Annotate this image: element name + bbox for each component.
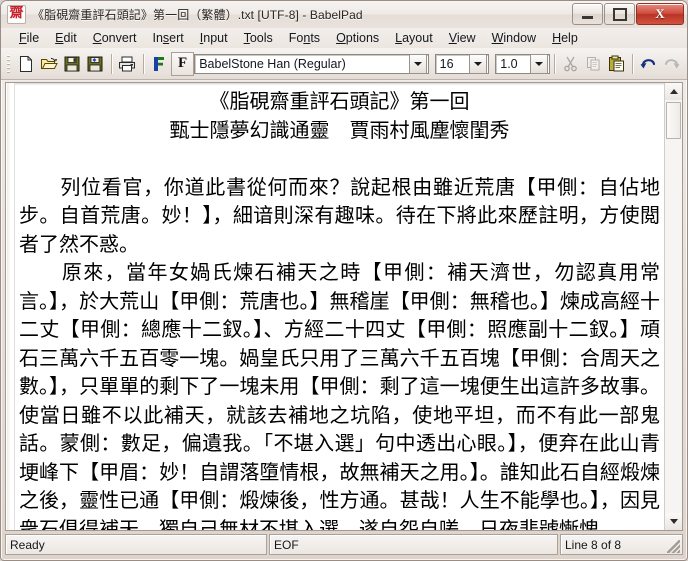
paste-button[interactable] bbox=[605, 52, 628, 76]
scrollbar-track[interactable] bbox=[665, 100, 682, 513]
babelpad-window: 齋 《脂硯齋重評石頭記》第一回（繁體）.txt [UTF-8] - BabelP… bbox=[0, 0, 688, 561]
blank-line-1 bbox=[19, 144, 660, 173]
menu-help[interactable]: Help bbox=[544, 30, 586, 46]
cut-button[interactable] bbox=[559, 52, 582, 76]
save-button[interactable] bbox=[61, 52, 84, 76]
font-color-icon bbox=[150, 55, 168, 73]
babelpad-icon: 齋 bbox=[7, 5, 26, 24]
toolbar: F BabelStone Han (Regular) 16 1.0 bbox=[1, 48, 687, 80]
scroll-up-arrow-icon bbox=[670, 89, 678, 94]
save-icon bbox=[63, 55, 81, 73]
menu-tools[interactable]: Tools bbox=[236, 30, 281, 46]
menu-view[interactable]: View bbox=[441, 30, 484, 46]
redo-button[interactable] bbox=[660, 52, 683, 76]
scroll-down-arrow-icon bbox=[670, 519, 678, 524]
document-paragraph-1: 列位看官，你道此書從何而來？說起根由雖近荒唐【甲側：自佔地步。自首荒唐。妙！】，… bbox=[19, 173, 660, 259]
font-color-button[interactable] bbox=[148, 52, 171, 76]
save-as-icon bbox=[86, 55, 104, 73]
menu-fonts[interactable]: Fonts bbox=[281, 30, 328, 46]
toolbar-separator-1 bbox=[111, 54, 112, 74]
chevron-down-icon bbox=[414, 62, 422, 66]
copy-button[interactable] bbox=[582, 52, 605, 76]
close-button[interactable]: X bbox=[636, 3, 684, 25]
resize-grip-icon[interactable] bbox=[667, 540, 680, 553]
title-bar: 齋 《脂硯齋重評石頭記》第一回（繁體）.txt [UTF-8] - BabelP… bbox=[1, 1, 687, 28]
toolbar-separator-4 bbox=[632, 54, 633, 74]
chevron-down-icon bbox=[474, 62, 482, 66]
document-paragraph-2: 原來，當年女媧氏煉石補天之時【甲側：補天濟世，勿認真用常言。】，於大荒山【甲側：… bbox=[19, 258, 660, 530]
status-state: Ready bbox=[5, 534, 267, 555]
status-line-info: Line 8 of 8 bbox=[560, 534, 683, 555]
print-icon bbox=[117, 55, 137, 73]
maximize-button[interactable] bbox=[604, 3, 635, 25]
font-dialog-button[interactable]: F bbox=[171, 52, 194, 76]
open-button[interactable] bbox=[38, 52, 61, 76]
document-heading-1: 《脂硯齋重評石頭記》第一回 bbox=[19, 87, 660, 116]
font-name-combo[interactable]: BabelStone Han (Regular) bbox=[194, 54, 428, 74]
menu-convert[interactable]: Convert bbox=[85, 30, 145, 46]
line-spacing-value: 1.0 bbox=[496, 57, 530, 71]
menu-options[interactable]: Options bbox=[328, 30, 387, 46]
save-as-button[interactable] bbox=[84, 52, 107, 76]
menu-edit[interactable]: Edit bbox=[47, 30, 85, 46]
cut-icon bbox=[562, 55, 579, 72]
new-icon bbox=[17, 55, 35, 73]
paste-icon bbox=[608, 55, 625, 72]
minimize-icon bbox=[582, 16, 593, 19]
menu-layout[interactable]: Layout bbox=[387, 30, 441, 46]
undo-button[interactable] bbox=[637, 52, 660, 76]
maximize-icon bbox=[613, 8, 627, 21]
vertical-scrollbar[interactable] bbox=[664, 83, 682, 530]
scroll-thumb[interactable] bbox=[666, 102, 681, 139]
editor-left-margin bbox=[6, 83, 15, 530]
status-bar: Ready EOF Line 8 of 8 bbox=[5, 534, 683, 555]
font-size-combo[interactable]: 16 bbox=[435, 54, 490, 74]
font-name-dropdown-arrow[interactable] bbox=[409, 54, 427, 74]
status-line-info-text: Line 8 of 8 bbox=[565, 538, 621, 552]
new-button[interactable] bbox=[15, 52, 38, 76]
document-heading-2: 甄士隱夢幻識通靈 賈雨村風塵懷閨秀 bbox=[19, 116, 660, 145]
chevron-down-icon bbox=[535, 62, 543, 66]
toolbar-separator-3 bbox=[554, 54, 555, 74]
menu-bar: File Edit Convert Insert Input Tools Fon… bbox=[1, 28, 687, 48]
redo-icon bbox=[662, 55, 681, 72]
line-spacing-combo[interactable]: 1.0 bbox=[495, 54, 550, 74]
menu-window[interactable]: Window bbox=[484, 30, 544, 46]
minimize-button[interactable] bbox=[572, 3, 603, 25]
editor-area: 《脂硯齋重評石頭記》第一回 甄士隱夢幻識通靈 賈雨村風塵懷閨秀 列位看官，你道此… bbox=[5, 82, 683, 531]
font-size-dropdown-arrow[interactable] bbox=[469, 54, 487, 74]
menu-input[interactable]: Input bbox=[192, 30, 236, 46]
undo-icon bbox=[639, 55, 658, 72]
open-icon bbox=[40, 55, 58, 73]
line-spacing-dropdown-arrow[interactable] bbox=[530, 54, 548, 74]
toolbar-grip[interactable] bbox=[7, 54, 10, 74]
toolbar-separator-2 bbox=[143, 54, 144, 74]
text-document[interactable]: 《脂硯齋重評石頭記》第一回 甄士隱夢幻識通靈 賈雨村風塵懷閨秀 列位看官，你道此… bbox=[15, 83, 664, 530]
copy-icon bbox=[585, 55, 602, 72]
print-button[interactable] bbox=[116, 52, 139, 76]
font-size-value: 16 bbox=[436, 57, 470, 71]
window-controls: X bbox=[571, 3, 684, 25]
scroll-down-button[interactable] bbox=[665, 513, 682, 530]
menu-insert[interactable]: Insert bbox=[144, 30, 191, 46]
window-title: 《脂硯齋重評石頭記》第一回（繁體）.txt [UTF-8] - BabelPad bbox=[32, 6, 363, 23]
menu-file[interactable]: File bbox=[11, 30, 47, 46]
scroll-up-button[interactable] bbox=[665, 83, 682, 100]
status-encoding-position: EOF bbox=[269, 534, 558, 555]
font-name-value: BabelStone Han (Regular) bbox=[195, 57, 408, 71]
